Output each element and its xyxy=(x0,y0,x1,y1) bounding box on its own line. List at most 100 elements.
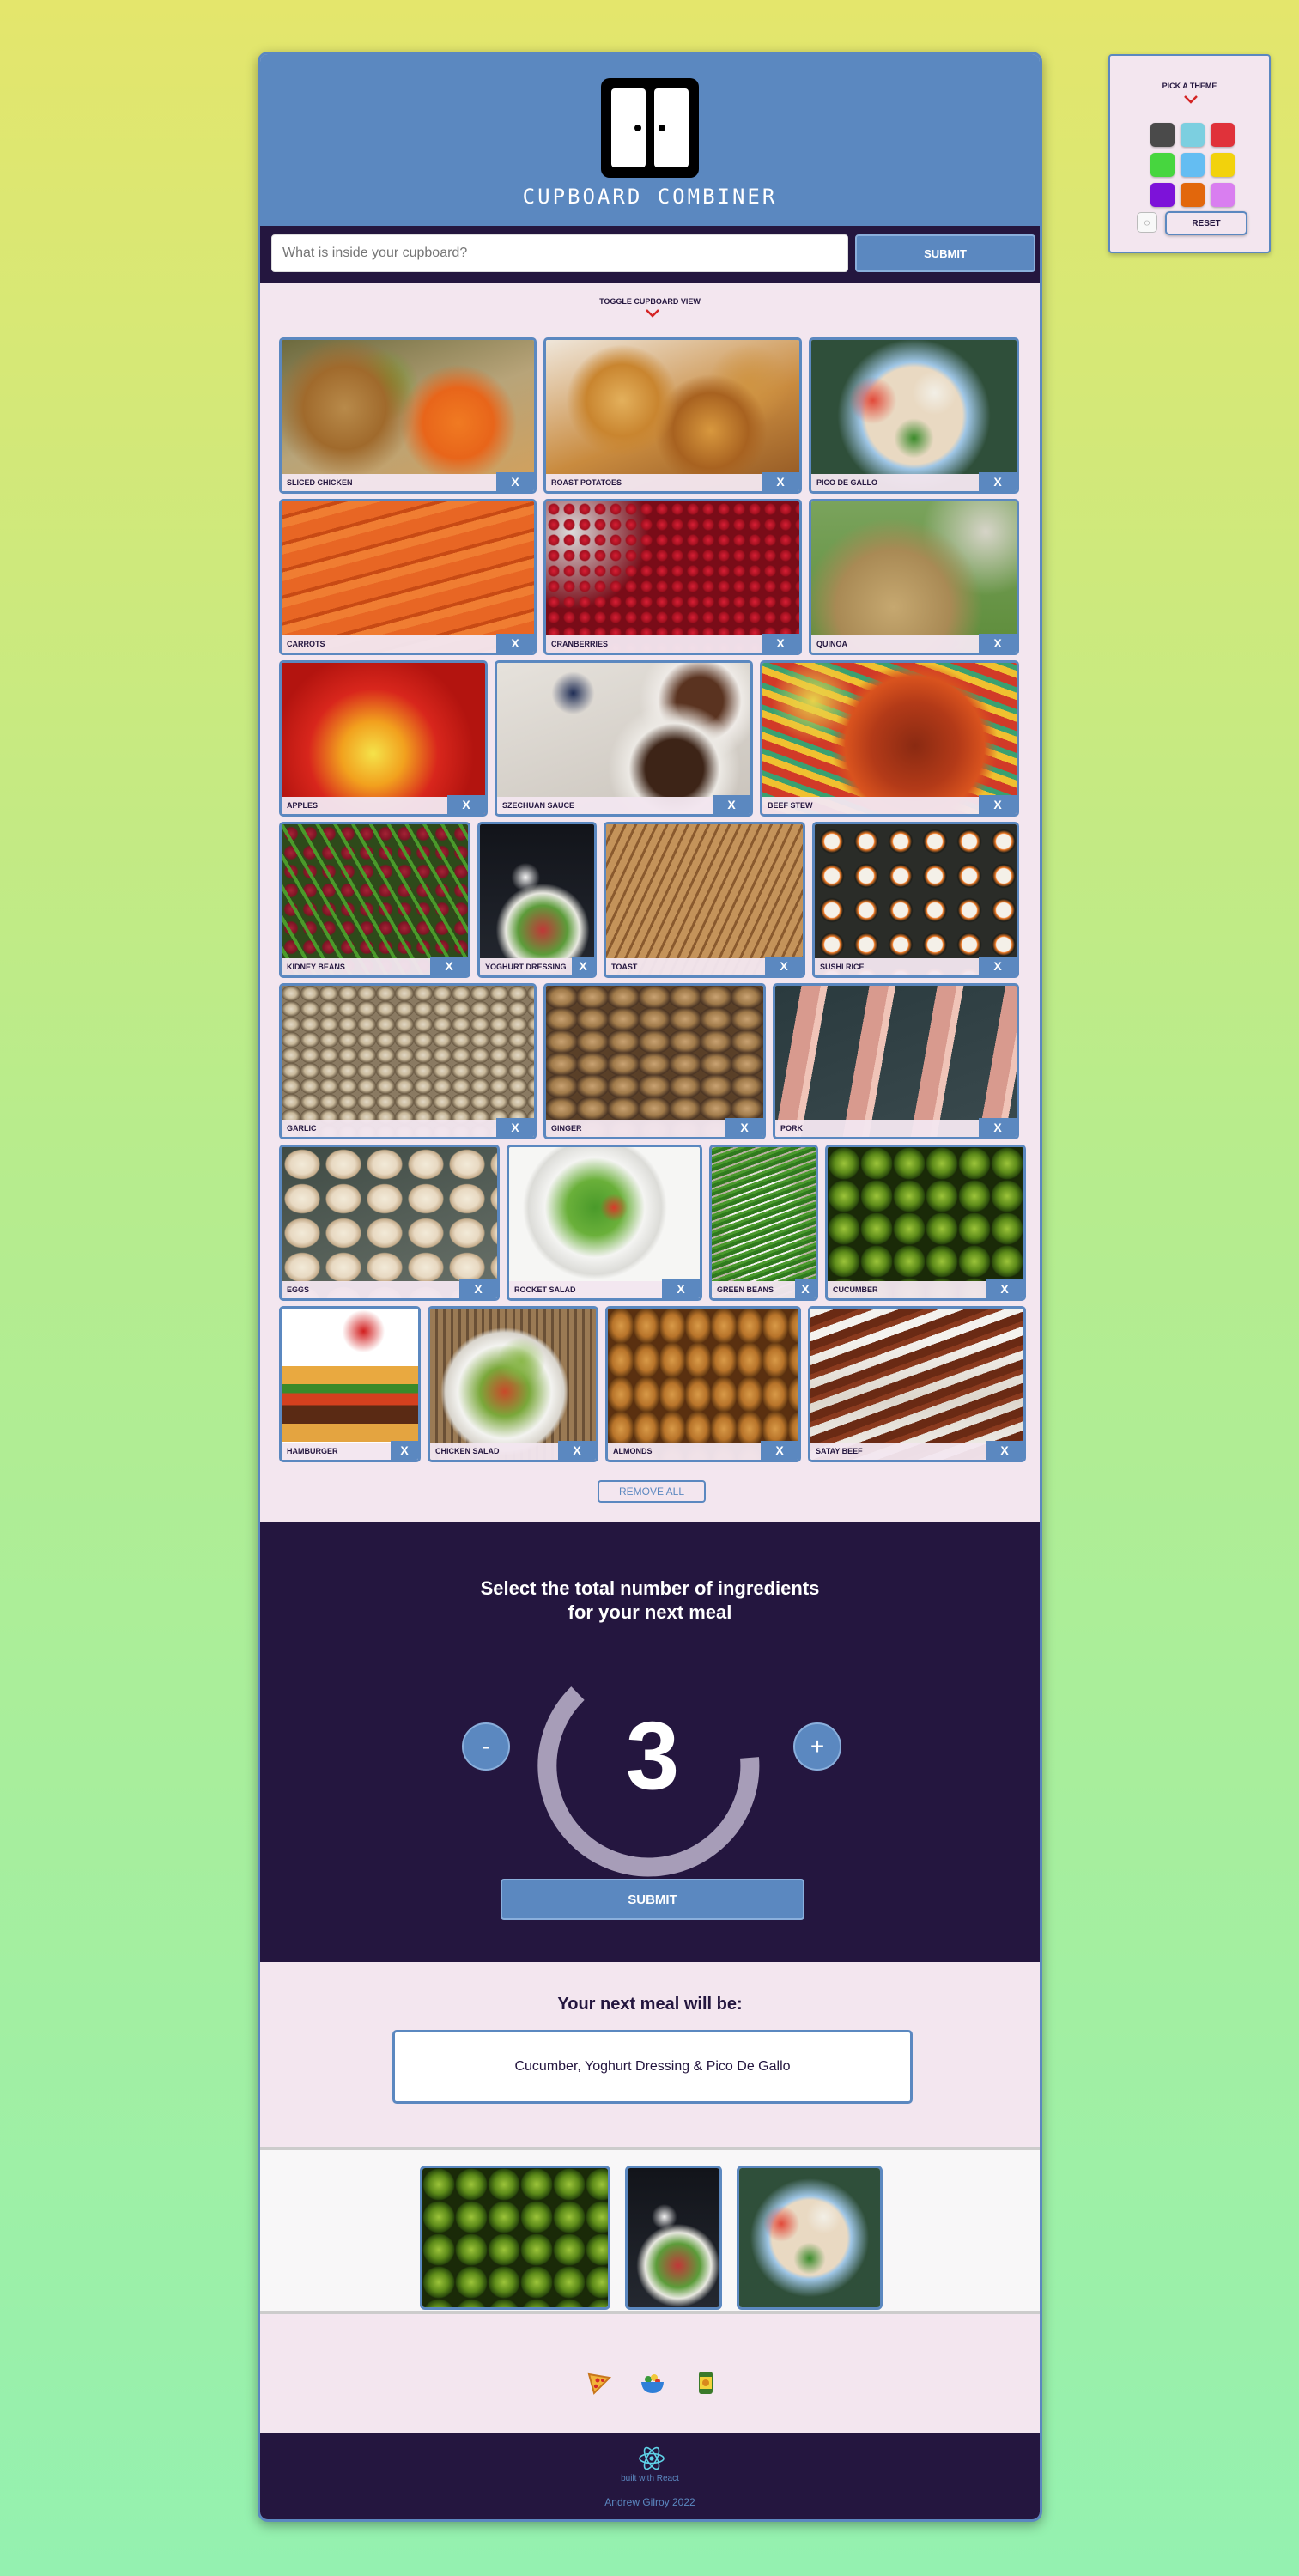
remove-ingredient-button[interactable]: X xyxy=(558,1441,596,1460)
author-credit[interactable]: Andrew Gilroy 2022 xyxy=(260,2496,1040,2508)
search-submit-button[interactable]: SUBMIT xyxy=(855,234,1035,272)
cupboard-row: APPLES X SZECHUAN SAUCE X BEEF STEW X xyxy=(279,660,1026,817)
decorative-icons xyxy=(260,2314,1040,2433)
chevron-down-icon[interactable] xyxy=(1182,94,1199,106)
remove-ingredient-button[interactable]: X xyxy=(496,1118,534,1137)
ingredient-photo xyxy=(608,1309,798,1460)
selector-title: Select the total number of ingredients f… xyxy=(260,1577,1040,1625)
remove-ingredient-button[interactable]: X xyxy=(762,472,799,491)
ingredient-card: YOGHURT DRESSING X xyxy=(477,822,597,978)
search-bar: SUBMIT xyxy=(260,226,1040,283)
chevron-down-icon[interactable] xyxy=(644,307,661,319)
remove-ingredient-button[interactable]: X xyxy=(496,472,534,491)
meal-thumbnail xyxy=(625,2166,722,2310)
remove-ingredient-button[interactable]: X xyxy=(496,634,534,653)
remove-ingredient-button[interactable]: X xyxy=(725,1118,763,1137)
selector-title-line2: for your next meal xyxy=(568,1601,732,1623)
ingredient-photo xyxy=(762,663,1017,814)
remove-ingredient-button[interactable]: X xyxy=(662,1279,700,1298)
theme-swatch[interactable] xyxy=(1181,183,1205,207)
ingredient-card: ALMONDS X xyxy=(605,1306,801,1462)
react-icon xyxy=(639,2446,665,2470)
ingredient-card: BEEF STEW X xyxy=(760,660,1019,817)
remove-ingredient-button[interactable]: X xyxy=(986,1441,1023,1460)
ingredient-photo xyxy=(712,1147,816,1298)
increment-button[interactable]: + xyxy=(793,1722,841,1771)
theme-swatch[interactable] xyxy=(1211,123,1235,147)
cupboard-logo-icon xyxy=(601,78,699,178)
remove-ingredient-button[interactable]: X xyxy=(979,957,1017,975)
toggle-cupboard-view[interactable]: TOGGLE CUPBOARD VIEW xyxy=(260,297,1040,306)
ingredient-photo xyxy=(606,824,803,975)
selector-title-line1: Select the total number of ingredients xyxy=(480,1577,820,1599)
ingredient-photo xyxy=(546,501,799,653)
meal-submit-button[interactable]: SUBMIT xyxy=(501,1879,804,1920)
remove-ingredient-button[interactable]: X xyxy=(713,795,750,814)
meal-thumbnail xyxy=(420,2166,610,2310)
remove-all-button[interactable]: REMOVE ALL xyxy=(598,1480,706,1503)
ingredient-card: APPLES X xyxy=(279,660,488,817)
remove-ingredient-button[interactable]: X xyxy=(761,1441,798,1460)
brand-title: CUPBOARD COMBINER xyxy=(522,185,778,209)
meal-result: Your next meal will be: Cucumber, Yoghur… xyxy=(260,1962,1040,2147)
app-card: CUPBOARD COMBINER SUBMIT TOGGLE CUPBOARD… xyxy=(258,52,1042,2522)
remove-ingredient-button[interactable]: X xyxy=(795,1279,816,1298)
remove-ingredient-button[interactable]: X xyxy=(430,957,468,975)
theme-swatch[interactable] xyxy=(1211,183,1235,207)
ingredient-photo xyxy=(282,986,534,1137)
ingredient-card: GREEN BEANS X xyxy=(709,1145,818,1301)
theme-swatch[interactable] xyxy=(1181,153,1205,177)
ingredient-card: CARROTS X xyxy=(279,499,537,655)
circle-icon: ◌ xyxy=(1144,216,1150,228)
ingredient-photo xyxy=(282,501,534,653)
footer: built with React Andrew Gilroy 2022 xyxy=(260,2433,1040,2519)
ingredient-photo xyxy=(282,340,534,491)
remove-ingredient-button[interactable]: X xyxy=(979,472,1017,491)
remove-ingredient-button[interactable]: X xyxy=(762,634,799,653)
reset-button[interactable]: RESET xyxy=(1165,211,1247,235)
remove-ingredient-button[interactable]: X xyxy=(765,957,803,975)
theme-swatch[interactable] xyxy=(1211,153,1235,177)
ingredient-card: CRANBERRIES X xyxy=(543,499,802,655)
ingredient-photo xyxy=(282,663,485,814)
theme-swatch[interactable] xyxy=(1181,123,1205,147)
ingredient-photo xyxy=(811,501,1017,653)
ingredient-photo xyxy=(546,340,799,491)
cupboard-row: EGGS X ROCKET SALAD X GREEN BEANS X CUCU… xyxy=(279,1145,1026,1301)
theme-swatch[interactable] xyxy=(1150,123,1175,147)
ingredient-count: 3 xyxy=(625,1702,680,1809)
remove-ingredient-button[interactable]: X xyxy=(572,957,594,975)
remove-ingredient-button[interactable]: X xyxy=(979,1118,1017,1137)
search-input[interactable] xyxy=(271,234,848,272)
ingredient-photo xyxy=(815,824,1017,975)
remove-ingredient-button[interactable]: X xyxy=(391,1441,418,1460)
ingredient-card: HAMBURGER X xyxy=(279,1306,421,1462)
theme-title: PICK A THEME xyxy=(1162,82,1217,90)
ingredient-photo xyxy=(422,2168,608,2307)
theme-swatches xyxy=(1150,123,1235,207)
ingredient-photo xyxy=(430,1309,596,1460)
theme-picker: PICK A THEME ◌ RESET xyxy=(1108,54,1271,253)
ingredient-card: SLICED CHICKEN X xyxy=(279,337,537,494)
ingredient-photo xyxy=(775,986,1017,1137)
theme-swatch[interactable] xyxy=(1150,153,1175,177)
ingredient-card: CHICKEN SALAD X xyxy=(428,1306,598,1462)
ingredient-card: GINGER X xyxy=(543,983,766,1139)
header: CUPBOARD COMBINER xyxy=(260,54,1040,226)
decrement-button[interactable]: - xyxy=(462,1722,510,1771)
result-title: Your next meal will be: xyxy=(557,1995,743,2014)
remove-ingredient-button[interactable]: X xyxy=(979,795,1017,814)
theme-swatch[interactable] xyxy=(1150,183,1175,207)
ingredient-photo xyxy=(739,2168,880,2307)
ingredient-card: SATAY BEEF X xyxy=(808,1306,1026,1462)
remove-ingredient-button[interactable]: X xyxy=(447,795,485,814)
remove-ingredient-button[interactable]: X xyxy=(459,1279,497,1298)
ingredient-card: QUINOA X xyxy=(809,499,1019,655)
ingredient-photo xyxy=(811,340,1017,491)
remove-ingredient-button[interactable]: X xyxy=(979,634,1017,653)
dark-mode-toggle[interactable]: ◌ xyxy=(1137,212,1157,233)
ingredient-card: SZECHUAN SAUCE X xyxy=(495,660,753,817)
ingredient-card: EGGS X xyxy=(279,1145,500,1301)
remove-ingredient-button[interactable]: X xyxy=(986,1279,1023,1298)
meal-text: Cucumber, Yoghurt Dressing & Pico De Gal… xyxy=(392,2030,913,2104)
